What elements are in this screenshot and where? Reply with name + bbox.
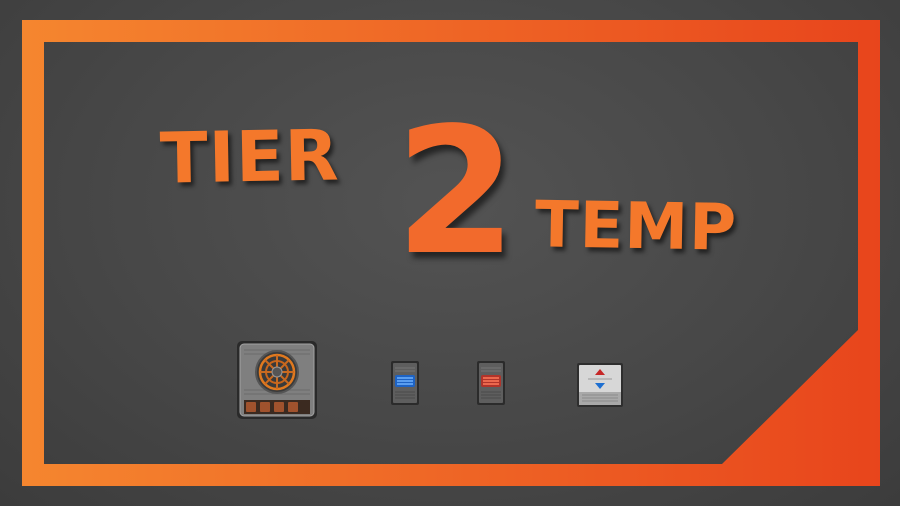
heat-module-icon (477, 361, 505, 405)
title-temp: TEMP (534, 188, 738, 266)
cooler-icon (391, 361, 419, 405)
thermostat-icon (577, 363, 623, 407)
heater-icon (237, 341, 317, 419)
tier-number: 2 (395, 91, 517, 294)
title-tier: TIER (159, 114, 341, 200)
